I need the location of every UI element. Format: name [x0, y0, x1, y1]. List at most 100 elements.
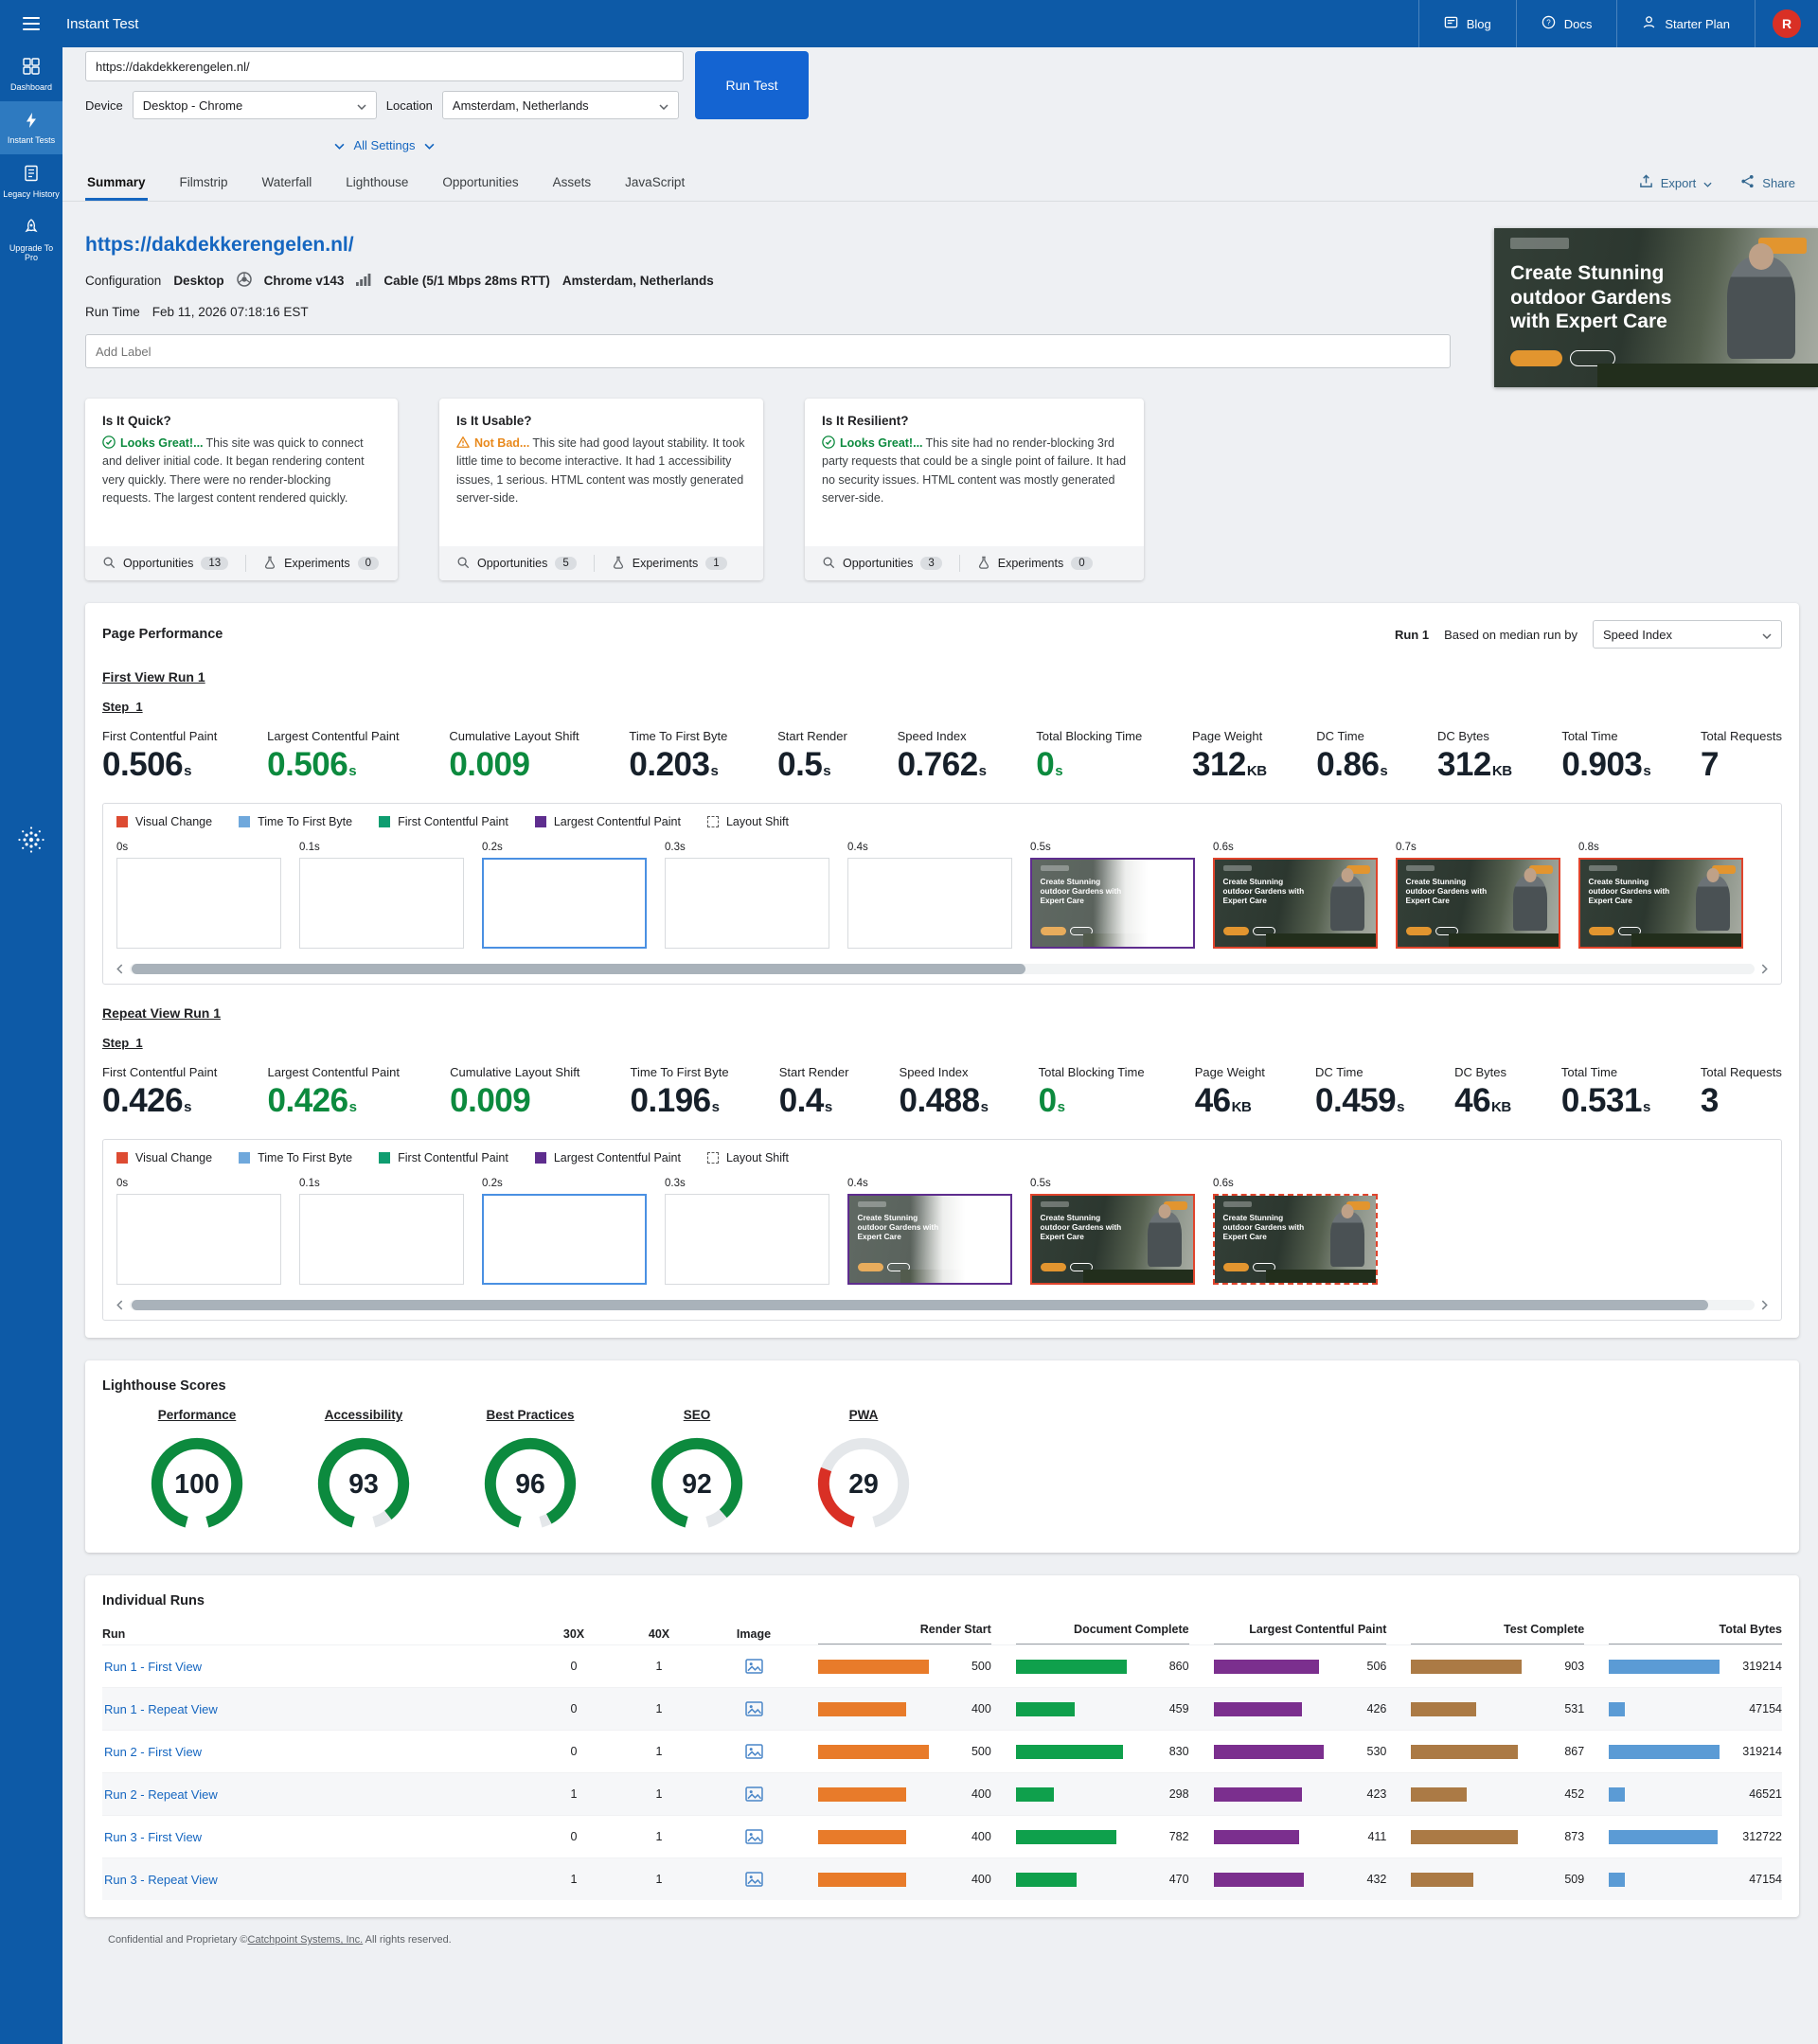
scrollbar-track[interactable] — [130, 964, 1755, 974]
col-largest-contentful-paint[interactable]: Largest Contentful Paint — [1213, 1623, 1387, 1644]
docs-link[interactable]: ? Docs — [1515, 0, 1617, 47]
image-icon[interactable] — [714, 1872, 793, 1887]
tab-javascript[interactable]: JavaScript — [623, 168, 686, 201]
sidebar-item-instant-tests[interactable]: Instant Tests — [0, 100, 62, 155]
col-30x[interactable]: 30X — [544, 1627, 604, 1641]
run-link[interactable]: Run 3 - Repeat View — [102, 1873, 519, 1887]
opportunities-link[interactable]: Opportunities 5 — [456, 556, 577, 572]
run-link[interactable]: Run 3 - First View — [102, 1830, 519, 1844]
run-link[interactable]: Run 1 - Repeat View — [102, 1702, 519, 1716]
filmstrip-thumbnail[interactable] — [299, 1194, 464, 1285]
col-test-complete[interactable]: Test Complete — [1411, 1623, 1585, 1644]
image-icon[interactable] — [714, 1701, 793, 1716]
filmstrip-thumbnail[interactable]: Create Stunning outdoor Gardens with Exp… — [1030, 858, 1195, 949]
step-title[interactable]: Step_1 — [102, 700, 143, 714]
tab-filmstrip[interactable]: Filmstrip — [178, 168, 230, 201]
tested-url-link[interactable]: https://dakdekkerengelen.nl/ — [85, 234, 354, 257]
filmstrip-thumbnail[interactable] — [482, 858, 647, 949]
sidebar-item-upgrade-to-pro[interactable]: Upgrade To Pro — [0, 208, 62, 272]
col-document-complete[interactable]: Document Complete — [1015, 1623, 1189, 1644]
view-title[interactable]: First View Run 1 — [102, 669, 205, 684]
scroll-right-icon[interactable] — [1761, 1300, 1768, 1310]
filmstrip-thumbnail[interactable]: Create Stunning outdoor Gardens with Exp… — [1396, 858, 1560, 949]
catchpoint-link[interactable]: Catchpoint Systems, Inc. — [248, 1934, 364, 1946]
run-link[interactable]: Run 2 - Repeat View — [102, 1787, 519, 1802]
lightning-icon — [23, 112, 40, 132]
col-40x[interactable]: 40X — [629, 1627, 689, 1641]
url-input[interactable] — [85, 51, 684, 81]
metric-value: 0.506s — [102, 746, 191, 783]
col-render-start[interactable]: Render Start — [818, 1623, 991, 1644]
image-icon[interactable] — [714, 1659, 793, 1674]
site-hedge — [1083, 1270, 1193, 1283]
image-icon[interactable] — [714, 1744, 793, 1759]
metric-value: 0.009 — [450, 1082, 531, 1119]
experiments-link[interactable]: Experiments 0 — [977, 556, 1093, 572]
image-icon[interactable] — [714, 1786, 793, 1802]
config-device: Desktop — [173, 274, 224, 288]
filmstrip-scrollbar[interactable] — [116, 1300, 1768, 1310]
catchpoint-logo[interactable] — [0, 824, 62, 856]
export-button[interactable]: Export — [1639, 174, 1713, 191]
filmstrip-scrollbar[interactable] — [116, 964, 1768, 974]
scroll-left-icon[interactable] — [116, 1300, 123, 1310]
filmstrip-thumbnail[interactable]: Create Stunning outdoor Gardens with Exp… — [1030, 1194, 1195, 1285]
experiments-link[interactable]: Experiments 1 — [612, 556, 727, 572]
gauge-label[interactable]: Best Practices — [486, 1408, 574, 1422]
gauge-label[interactable]: PWA — [849, 1408, 879, 1422]
col-total-bytes[interactable]: Total Bytes — [1609, 1623, 1782, 1644]
tab-assets[interactable]: Assets — [551, 168, 594, 201]
filmstrip-thumbnail[interactable] — [482, 1194, 647, 1285]
bar-value: 860 — [1168, 1660, 1189, 1673]
legend-layout-shift: Layout Shift — [706, 1151, 789, 1164]
filmstrip-thumbnail[interactable] — [116, 858, 281, 949]
experiments-link[interactable]: Experiments 0 — [263, 556, 380, 572]
filmstrip-thumbnail[interactable]: Create Stunning outdoor Gardens with Exp… — [847, 1194, 1012, 1285]
gauge-label[interactable]: SEO — [684, 1408, 711, 1422]
location-select[interactable]: Amsterdam, Netherlands — [441, 91, 679, 119]
label-input[interactable] — [85, 334, 1451, 368]
scrollbar-track[interactable] — [130, 1300, 1755, 1310]
run-link[interactable]: Run 2 - First View — [102, 1745, 519, 1759]
gauge-label[interactable]: Performance — [158, 1408, 237, 1422]
run-30x: 1 — [570, 1873, 578, 1886]
tab-summary[interactable]: Summary — [85, 168, 148, 201]
scrollbar-thumb[interactable] — [132, 1300, 1708, 1310]
avatar[interactable]: R — [1773, 9, 1801, 38]
opportunities-link[interactable]: Opportunities 13 — [102, 556, 229, 572]
col-run[interactable]: Run — [102, 1627, 519, 1641]
run-test-button[interactable]: Run Test — [695, 51, 809, 119]
share-button[interactable]: Share — [1740, 174, 1795, 191]
run-link[interactable]: Run 1 - First View — [102, 1660, 519, 1674]
scroll-left-icon[interactable] — [116, 964, 123, 974]
filmstrip-thumbnail[interactable]: Create Stunning outdoor Gardens with Exp… — [1213, 1194, 1378, 1285]
gauge-label[interactable]: Accessibility — [325, 1408, 403, 1422]
filmstrip-frame-0.8s: 0.8s Create Stunning outdoor Gardens with… — [1578, 842, 1743, 949]
scroll-right-icon[interactable] — [1761, 964, 1768, 974]
bar-cell-render-start: 400 — [818, 1829, 991, 1844]
filmstrip-thumbnail[interactable] — [116, 1194, 281, 1285]
filmstrip-thumbnail[interactable] — [847, 858, 1012, 949]
tab-opportunities[interactable]: Opportunities — [440, 168, 520, 201]
view-title[interactable]: Repeat View Run 1 — [102, 1005, 221, 1021]
tab-lighthouse[interactable]: Lighthouse — [344, 168, 410, 201]
opportunities-link[interactable]: Opportunities 3 — [822, 556, 942, 572]
hamburger-menu-icon[interactable] — [0, 17, 62, 30]
filmstrip-thumbnail[interactable] — [665, 858, 829, 949]
filmstrip-thumbnail[interactable]: Create Stunning outdoor Gardens with Exp… — [1213, 858, 1378, 949]
tab-waterfall[interactable]: Waterfall — [260, 168, 314, 201]
filmstrip-thumbnail[interactable] — [299, 858, 464, 949]
filmstrip-thumbnail[interactable] — [665, 1194, 829, 1285]
page-screenshot-thumbnail[interactable]: Create Stunning outdoor Gardens with Exp… — [1494, 228, 1818, 387]
device-select[interactable]: Desktop - Chrome — [132, 91, 377, 119]
blog-link[interactable]: Blog — [1417, 0, 1516, 47]
scrollbar-thumb[interactable] — [132, 964, 1025, 974]
median-metric-select[interactable]: Speed Index — [1593, 620, 1782, 649]
sidebar-item-legacy-history[interactable]: Legacy History — [0, 154, 62, 208]
sidebar-item-dashboard[interactable]: Dashboard — [0, 47, 62, 101]
image-icon[interactable] — [714, 1829, 793, 1844]
filmstrip-thumbnail[interactable]: Create Stunning outdoor Gardens with Exp… — [1578, 858, 1743, 949]
starter-plan-link[interactable]: Starter Plan — [1616, 0, 1755, 47]
all-settings-toggle[interactable]: All Settings — [85, 138, 684, 152]
step-title[interactable]: Step_1 — [102, 1036, 143, 1050]
